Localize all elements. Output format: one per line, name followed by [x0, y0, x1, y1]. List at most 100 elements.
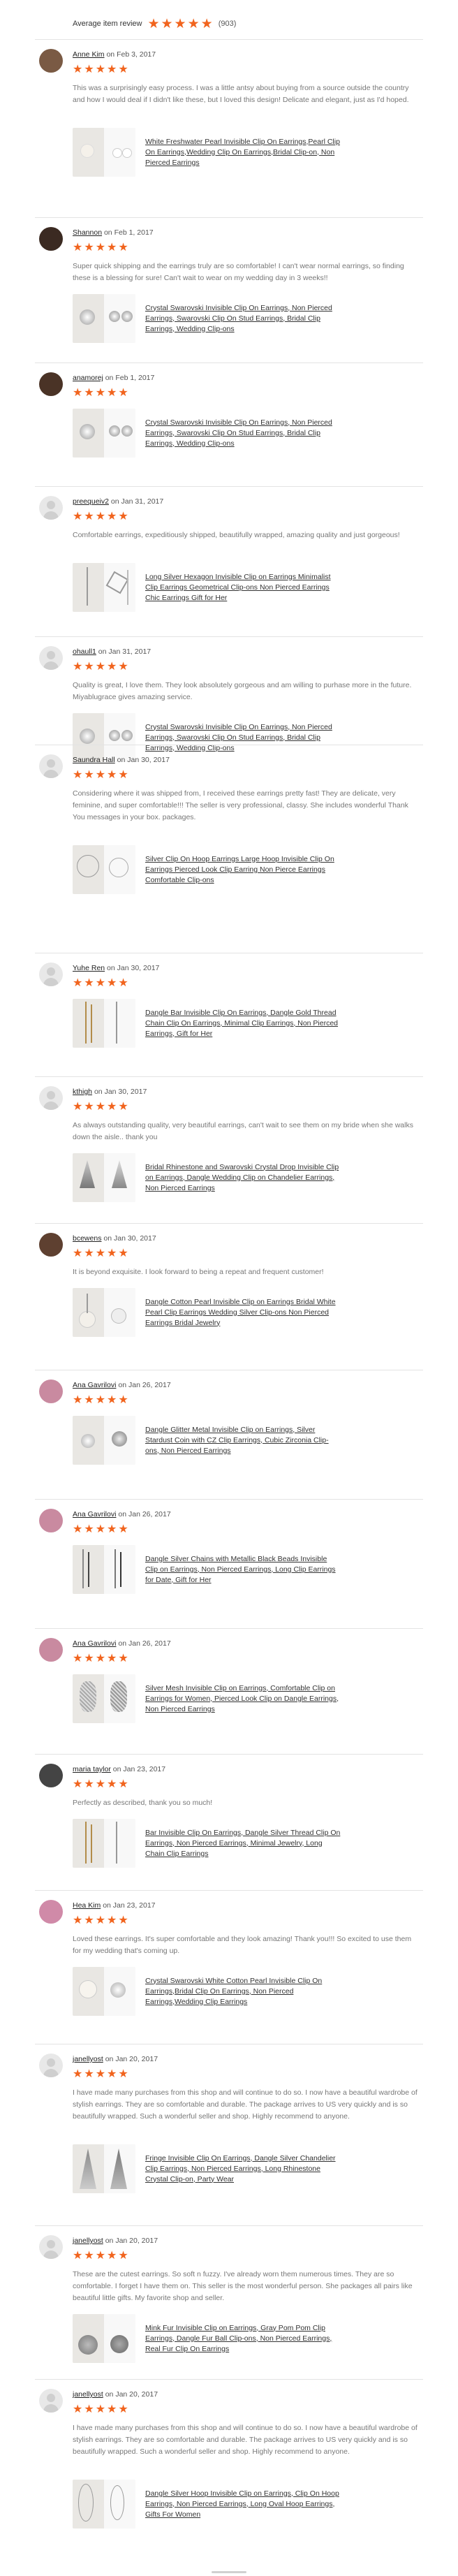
product-title-link[interactable]: Bar Invisible Clip On Earrings, Dangle S…	[145, 1828, 341, 1859]
product-title-link[interactable]: Fringe Invisible Clip On Earrings, Dangl…	[145, 2153, 341, 2185]
product-thumbnail[interactable]	[73, 1967, 135, 2016]
product-thumbnail[interactable]	[73, 1819, 135, 1868]
review-rating-stars: ★ ★ ★ ★ ★	[73, 770, 128, 781]
product-thumbnail[interactable]	[73, 713, 135, 762]
product-title-link[interactable]: Dangle Glitter Metal Invisible Clip on E…	[145, 1425, 341, 1456]
avatar[interactable]	[39, 1764, 63, 1787]
reviewed-product[interactable]: White Freshwater Pearl Invisible Clip On…	[73, 128, 341, 177]
product-title-link[interactable]: Silver Mesh Invisible Clip on Earrings, …	[145, 1683, 341, 1715]
review-date: Jan 30, 2017	[117, 964, 160, 972]
avatar[interactable]	[39, 1233, 63, 1257]
avatar[interactable]	[39, 2054, 63, 2077]
reviewer-name[interactable]: Saundra Hall	[73, 756, 115, 764]
reviewer-name[interactable]: Hea Kim	[73, 1901, 101, 1910]
star-icon: ★	[84, 2250, 94, 2262]
product-thumbnail[interactable]	[73, 1288, 135, 1337]
reviewed-product[interactable]: Crystal Swarovski White Cotton Pearl Inv…	[73, 1967, 341, 2016]
product-thumbnail[interactable]	[73, 999, 135, 1048]
avatar[interactable]	[39, 1900, 63, 1924]
product-thumbnail[interactable]	[73, 294, 135, 343]
product-title-link[interactable]: Dangle Silver Chains with Metallic Black…	[145, 1554, 341, 1586]
avatar[interactable]	[39, 1086, 63, 1110]
avatar[interactable]	[39, 1509, 63, 1532]
reviewed-product[interactable]: Dangle Bar Invisible Clip On Earrings, D…	[73, 999, 341, 1048]
review-date: Jan 26, 2017	[128, 1639, 171, 1648]
product-title-link[interactable]: Crystal Swarovski Invisible Clip On Earr…	[145, 418, 341, 449]
avatar[interactable]	[39, 754, 63, 778]
product-title-link[interactable]: Crystal Swarovski Invisible Clip On Earr…	[145, 303, 341, 335]
star-icon: ★	[95, 1653, 106, 1664]
reviewer-name[interactable]: Ana Gavrilovi	[73, 1510, 116, 1518]
reviewed-product[interactable]: Bridal Rhinestone and Swarovski Crystal …	[73, 1153, 341, 1202]
product-thumbnail[interactable]	[73, 409, 135, 458]
avatar[interactable]	[39, 1380, 63, 1403]
reviewer-name[interactable]: ohaull1	[73, 647, 96, 656]
avatar[interactable]	[39, 227, 63, 251]
reviewed-product[interactable]: Dangle Glitter Metal Invisible Clip on E…	[73, 1416, 341, 1465]
product-title-link[interactable]: Bridal Rhinestone and Swarovski Crystal …	[145, 1162, 341, 1194]
product-title-link[interactable]: Long Silver Hexagon Invisible Clip on Ea…	[145, 572, 341, 603]
review-rating-stars: ★ ★ ★ ★ ★	[73, 1915, 128, 1926]
reviewer-name[interactable]: Shannon	[73, 228, 102, 237]
reviewed-product[interactable]: Fringe Invisible Clip On Earrings, Dangl…	[73, 2144, 341, 2193]
avatar[interactable]	[39, 496, 63, 520]
product-thumbnail[interactable]	[73, 563, 135, 612]
reviewer-name[interactable]: maria taylor	[73, 1765, 111, 1773]
avatar[interactable]	[39, 372, 63, 396]
product-thumbnail[interactable]	[73, 2144, 135, 2193]
review-byline: janellyost on Jan 20, 2017	[73, 2055, 158, 2063]
star-icon: ★	[107, 1394, 117, 1406]
reviewed-product[interactable]: Silver Clip On Hoop Earrings Large Hoop …	[73, 845, 341, 894]
avatar[interactable]	[39, 646, 63, 670]
product-title-link[interactable]: Crystal Swarovski Invisible Clip On Earr…	[145, 722, 341, 754]
product-title-link[interactable]: Dangle Silver Hoop Invisible Clip on Ear…	[145, 2489, 341, 2520]
review-on: on	[105, 2237, 114, 2245]
reviewed-product[interactable]: Dangle Silver Hoop Invisible Clip on Ear…	[73, 2480, 341, 2529]
product-title-link[interactable]: Dangle Cotton Pearl Invisible Clip on Ea…	[145, 1297, 341, 1329]
reviewer-name[interactable]: janellyost	[73, 2055, 103, 2063]
divider	[35, 486, 423, 487]
scrollbar[interactable]	[212, 2571, 246, 2573]
reviewer-name[interactable]: Ana Gavrilovi	[73, 1381, 116, 1389]
reviewed-product[interactable]: Bar Invisible Clip On Earrings, Dangle S…	[73, 1819, 341, 1868]
review-text: I have made many purchases from this sho…	[73, 2424, 418, 2456]
star-icon: ★	[84, 769, 94, 781]
reviewer-name[interactable]: preequeiv2	[73, 497, 109, 506]
product-thumbnail[interactable]	[73, 1674, 135, 1723]
star-icon: ★	[95, 977, 106, 989]
reviewer-name[interactable]: janellyost	[73, 2390, 103, 2399]
product-thumbnail[interactable]	[73, 1153, 135, 1202]
product-title-link[interactable]: Dangle Bar Invisible Clip On Earrings, D…	[145, 1008, 341, 1039]
reviewer-name[interactable]: Anne Kim	[73, 50, 105, 59]
product-thumbnail[interactable]	[73, 1545, 135, 1594]
reviewer-name[interactable]: bcewens	[73, 1234, 101, 1243]
reviewer-name[interactable]: anamorej	[73, 374, 103, 382]
reviewed-product[interactable]: Dangle Silver Chains with Metallic Black…	[73, 1545, 341, 1594]
reviewer-name[interactable]: Ana Gavrilovi	[73, 1639, 116, 1648]
product-thumbnail[interactable]	[73, 2480, 135, 2529]
reviewed-product[interactable]: Crystal Swarovski Invisible Clip On Earr…	[73, 294, 341, 343]
reviewed-product[interactable]: Dangle Cotton Pearl Invisible Clip on Ea…	[73, 1288, 341, 1337]
avatar[interactable]	[39, 1638, 63, 1662]
avatar[interactable]	[39, 2389, 63, 2413]
avatar[interactable]	[39, 49, 63, 73]
reviewed-product[interactable]: Long Silver Hexagon Invisible Clip on Ea…	[73, 563, 341, 612]
product-thumbnail[interactable]	[73, 128, 135, 177]
product-title-link[interactable]: Mink Fur Invisible Clip on Earrings, Gra…	[145, 2323, 341, 2355]
avatar[interactable]	[39, 963, 63, 986]
reviewer-name[interactable]: Yuhe Ren	[73, 964, 105, 972]
star-icon: ★	[95, 1523, 106, 1535]
reviewed-product[interactable]: Crystal Swarovski Invisible Clip On Earr…	[73, 409, 341, 458]
reviewed-product[interactable]: Silver Mesh Invisible Clip on Earrings, …	[73, 1674, 341, 1723]
reviewed-product[interactable]: Crystal Swarovski Invisible Clip On Earr…	[73, 713, 341, 762]
product-title-link[interactable]: Silver Clip On Hoop Earrings Large Hoop …	[145, 854, 341, 886]
reviewer-name[interactable]: kthigh	[73, 1088, 92, 1096]
product-title-link[interactable]: White Freshwater Pearl Invisible Clip On…	[145, 137, 341, 168]
reviewer-name[interactable]: janellyost	[73, 2237, 103, 2245]
product-thumbnail[interactable]	[73, 2314, 135, 2363]
avatar[interactable]	[39, 2235, 63, 2259]
product-thumbnail[interactable]	[73, 845, 135, 894]
product-title-link[interactable]: Crystal Swarovski White Cotton Pearl Inv…	[145, 1976, 341, 2007]
reviewed-product[interactable]: Mink Fur Invisible Clip on Earrings, Gra…	[73, 2314, 341, 2363]
product-thumbnail[interactable]	[73, 1416, 135, 1465]
